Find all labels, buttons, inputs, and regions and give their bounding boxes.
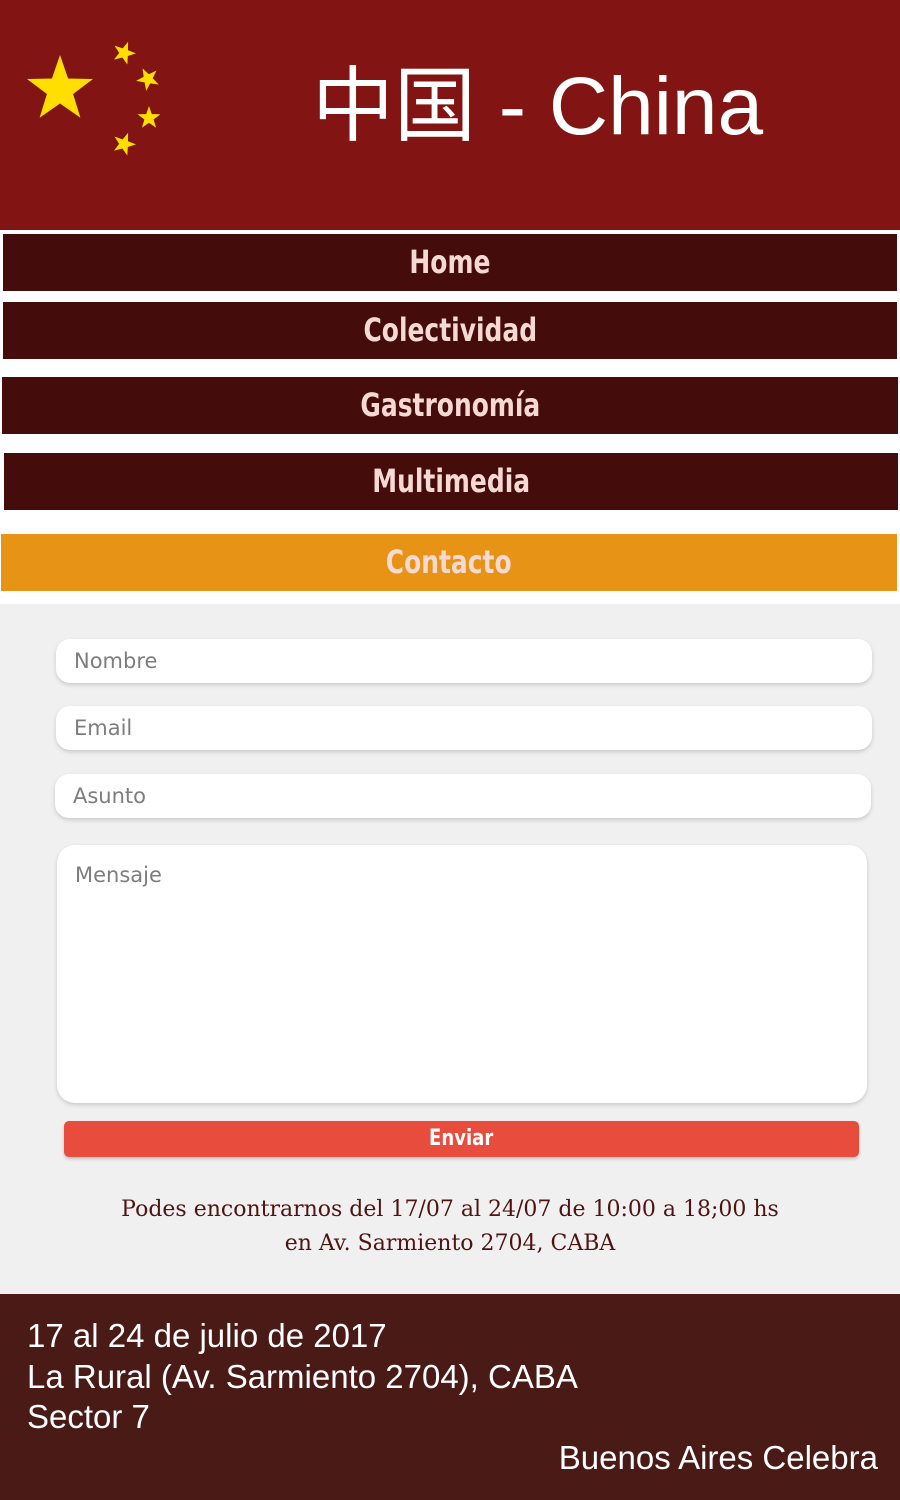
china-flag-stars-icon (27, 41, 161, 156)
message-textarea[interactable] (57, 845, 867, 1103)
nav-item-label: Gastronomía (360, 386, 540, 424)
location-info-line-1: Podes encontrarnos del 17/07 al 24/07 de… (121, 1197, 779, 1222)
small-star-icon (137, 106, 161, 128)
event-dates: 17 al 24 de julio de 2017 (27, 1317, 387, 1354)
nav-item-multimedia[interactable]: Multimedia (4, 453, 898, 510)
nav-item-label: Home (409, 243, 491, 281)
nav-item-colectividad[interactable]: Colectividad (3, 302, 897, 359)
footer-brand: Buenos Aires Celebra (558, 1439, 878, 1476)
subject-input[interactable] (55, 774, 871, 818)
small-star-icon (114, 132, 136, 156)
nav-item-gastronomia[interactable]: Gastronomía (2, 377, 898, 434)
send-button[interactable]: Enviar (64, 1121, 859, 1157)
page-header: 中国 - China (0, 0, 900, 230)
page-title: 中国 - China (312, 61, 764, 152)
nav-item-label: Colectividad (363, 311, 537, 349)
nav-item-home[interactable]: Home (3, 234, 897, 291)
email-input[interactable] (56, 706, 872, 750)
small-star-icon (114, 41, 136, 65)
location-info-line-2: en Av. Sarmiento 2704, CABA (284, 1231, 616, 1256)
page-footer: 17 al 24 de julio de 2017 La Rural (Av. … (0, 1294, 900, 1500)
nav-item-contacto[interactable]: Contacto (1, 534, 897, 591)
nav-item-label: Multimedia (372, 462, 530, 500)
event-sector: Sector 7 (27, 1398, 150, 1435)
name-input[interactable] (56, 639, 872, 683)
event-venue: La Rural (Av. Sarmiento 2704), CABA (27, 1358, 578, 1395)
nav-item-label: Contacto (386, 543, 512, 581)
small-star-icon (136, 68, 159, 91)
large-star-icon (27, 55, 93, 118)
contact-section: Enviar Podes encontrarnos del 17/07 al 2… (0, 604, 900, 1294)
